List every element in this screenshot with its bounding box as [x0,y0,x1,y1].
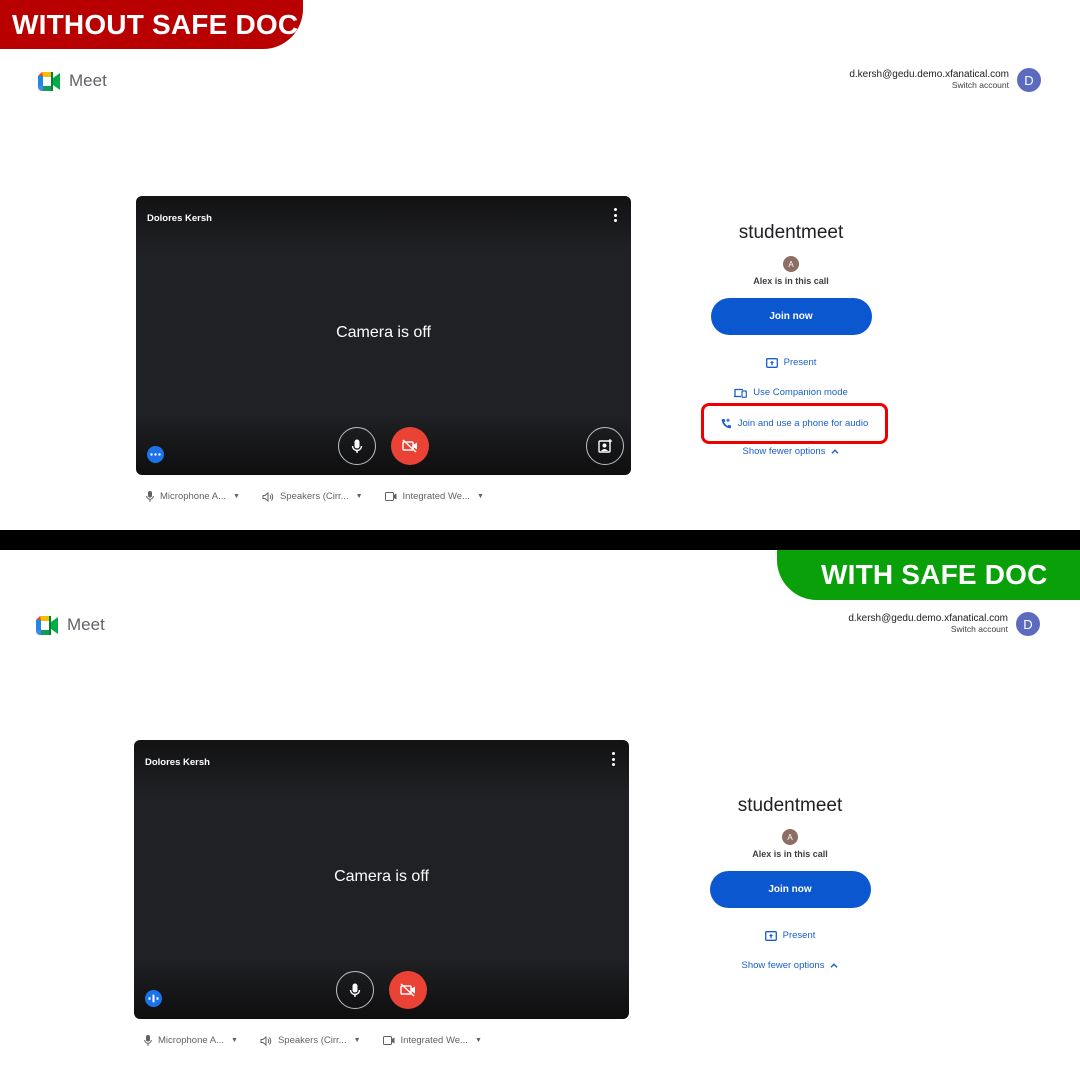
companion-mode-label: Use Companion mode [753,387,848,398]
panel-with-safe-doc: WITH SAFE DOC Meet d.kersh@gedu.demo.xfa… [0,550,1080,1080]
camera-off-status: Camera is off [336,324,431,341]
meet-logo[interactable]: Meet [36,615,105,635]
more-horiz-icon [150,453,161,456]
dropdown-caret-icon: ▼ [353,1037,361,1044]
participants-in-call: Alex is in this call [752,849,828,859]
meet-logo[interactable]: Meet [38,71,107,91]
audio-level-icon [148,994,159,1003]
dropdown-caret-icon: ▼ [231,1037,238,1044]
more-vert-icon[interactable] [611,208,619,222]
microphone-toggle-button[interactable] [338,427,376,465]
meeting-name: studentmeet [738,222,844,243]
banner-label: WITH SAFE DOC [821,559,1048,590]
dropdown-caret-icon: ▼ [233,493,240,500]
show-fewer-options-label: Show fewer options [741,960,825,971]
meet-logo-icon [36,615,58,635]
account-area: d.kersh@gedu.demo.xfanatical.com Switch … [848,612,1040,636]
join-panel: studentmeet A Alex is in this call Join … [701,222,888,457]
join-phone-audio-button[interactable]: Join and use a phone for audio [721,418,868,429]
switch-account-link[interactable]: Switch account [848,624,1008,635]
show-fewer-options-label: Show fewer options [742,446,826,457]
microphone-select[interactable]: Microphone A... ▼ [146,491,240,502]
camera-off-icon [400,983,415,997]
microphone-icon [349,983,361,997]
speakers-select-label: Speakers (Cirr... [279,491,349,502]
video-camera-icon [384,492,397,501]
participant-name: Dolores Kersh [145,757,210,768]
present-label: Present [783,357,817,368]
device-selectors: Microphone A... ▼ Speakers (Cirr... ▼ Inte… [144,1035,482,1046]
microphone-icon [146,491,154,502]
device-selectors: Microphone A... ▼ Speakers (Cirr... ▼ Inte… [146,491,484,502]
video-preview: Dolores Kersh Camera is off [134,740,629,1019]
phone-icon [721,418,731,429]
microphone-icon [144,1035,152,1046]
speakers-select[interactable]: Speakers (Cirr... ▼ [262,491,363,502]
show-fewer-options-toggle[interactable]: Show fewer options [701,446,881,457]
microphone-icon [351,439,363,453]
without-safe-doc-banner: WITHOUT SAFE DOC [0,0,303,49]
switch-account-link[interactable]: Switch account [849,80,1009,91]
present-label: Present [782,930,816,941]
banner-label: WITHOUT SAFE DOC [12,8,299,40]
participants-in-call: Alex is in this call [753,276,829,286]
app-name: Meet [67,615,105,634]
chevron-up-icon [831,449,839,454]
join-panel: studentmeet A Alex is in this call Join … [700,795,880,971]
highlighted-phone-audio-option: Join and use a phone for audio [701,403,888,444]
account-area: d.kersh@gedu.demo.xfanatical.com Switch … [849,68,1041,92]
microphone-select-label: Microphone A... [160,491,227,502]
speaker-icon [260,1035,272,1046]
camera-toggle-button[interactable] [389,971,427,1009]
visual-effects-button[interactable] [586,427,624,465]
camera-toggle-button[interactable] [391,427,429,465]
speakers-select-label: Speakers (Cirr... [277,1035,347,1046]
with-safe-doc-banner: WITH SAFE DOC [777,550,1080,600]
show-fewer-options-toggle[interactable]: Show fewer options [700,960,880,971]
more-vert-icon[interactable] [609,752,617,766]
speaker-icon [262,491,274,502]
video-camera-icon [382,1036,395,1045]
camera-select[interactable]: Integrated We... ▼ [384,491,484,502]
dropdown-caret-icon: ▼ [476,493,484,500]
participant-name: Dolores Kersh [147,213,212,224]
camera-select-label: Integrated We... [400,1035,468,1046]
microphone-select[interactable]: Microphone A... ▼ [144,1035,238,1046]
account-avatar[interactable]: D [1016,612,1040,636]
camera-off-icon [402,439,417,453]
join-now-button[interactable]: Join now [709,871,871,908]
companion-mode-icon [734,388,748,398]
meeting-name: studentmeet [737,795,843,816]
microphone-toggle-button[interactable] [336,971,374,1009]
app-name: Meet [69,71,107,90]
section-divider [0,530,1080,550]
camera-select-label: Integrated We... [402,491,470,502]
chevron-up-icon [830,963,838,968]
meet-logo-icon [38,71,60,91]
join-now-button[interactable]: Join now [710,298,872,335]
present-button[interactable]: Present [700,930,880,941]
video-preview: Dolores Kersh Camera is off [136,196,631,475]
present-button[interactable]: Present [701,357,881,368]
microphone-select-label: Microphone A... [158,1035,225,1046]
panel-without-safe-doc: WITHOUT SAFE DOC Meet d.kersh@gedu.demo.… [0,0,1080,530]
audio-level-badge [145,990,162,1007]
effects-icon [597,438,612,453]
participant-avatar: A [783,256,799,272]
join-phone-audio-label: Join and use a phone for audio [737,418,869,429]
companion-mode-button[interactable]: Use Companion mode [701,387,881,398]
dropdown-caret-icon: ▼ [355,493,363,500]
account-avatar[interactable]: D [1017,68,1041,92]
present-icon [765,357,778,368]
camera-off-status: Camera is off [334,868,429,885]
more-options-badge[interactable] [147,446,164,463]
present-icon [764,930,777,941]
dropdown-caret-icon: ▼ [474,1037,482,1044]
camera-select[interactable]: Integrated We... ▼ [382,1035,482,1046]
speakers-select[interactable]: Speakers (Cirr... ▼ [260,1035,361,1046]
participant-avatar: A [782,829,798,845]
